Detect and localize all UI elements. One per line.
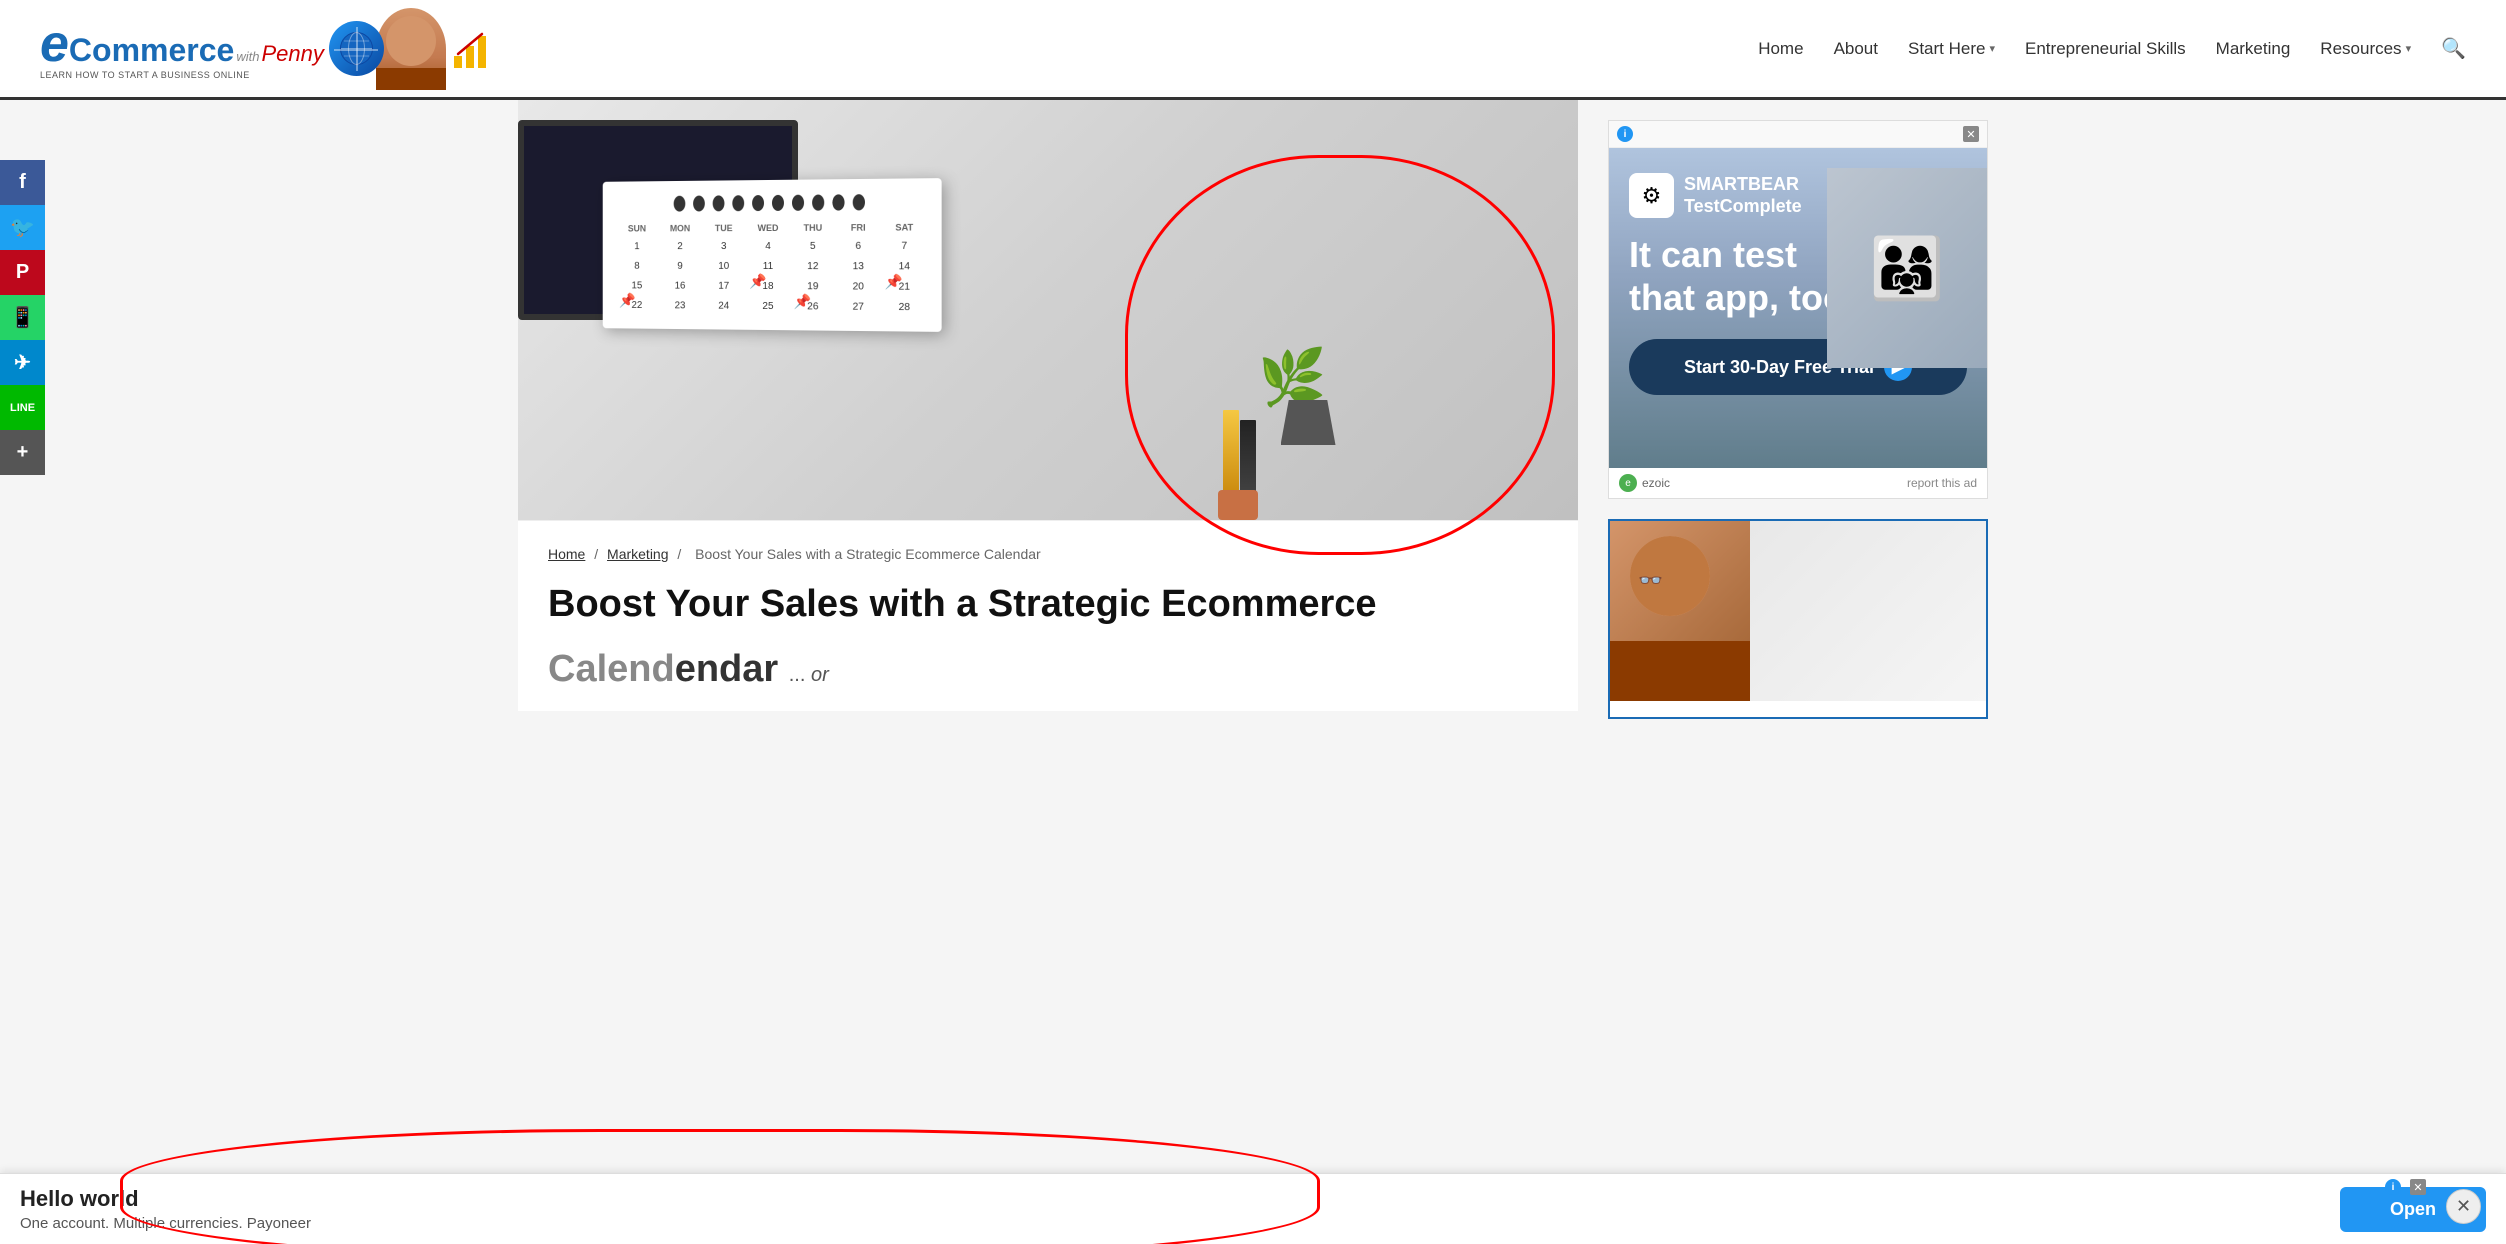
facebook-share-button[interactable]: f xyxy=(0,160,45,205)
plant-decoration: 🌿 xyxy=(1258,350,1358,520)
search-icon[interactable]: 🔍 xyxy=(2441,36,2466,61)
bottom-ad-controls: i ✕ xyxy=(2385,1179,2426,1195)
resources-dropdown-arrow: ▾ xyxy=(2406,42,2412,55)
logo-e: e xyxy=(40,18,69,70)
nav-about[interactable]: About xyxy=(1834,39,1878,59)
line-share-button[interactable]: LINE xyxy=(0,385,45,430)
widget-text-area xyxy=(1750,521,1986,701)
bottom-ad-bar: i ✕ Hello world One account. Multiple cu… xyxy=(0,1173,2506,1244)
breadcrumb-current: Boost Your Sales with a Strategic Ecomme… xyxy=(695,546,1041,562)
nav-marketing[interactable]: Marketing xyxy=(2216,39,2291,59)
bottom-ad-subtitle: One account. Multiple currencies. Payone… xyxy=(20,1215,2320,1232)
more-share-button[interactable]: + xyxy=(0,430,45,475)
twitter-icon: 🐦 xyxy=(10,215,35,240)
nav-resources[interactable]: Resources ▾ xyxy=(2320,39,2411,59)
content-area: SUNMON TUEWED THUFRI SAT 12 34 56 7 89 1… xyxy=(518,100,1578,719)
breadcrumb-marketing[interactable]: Marketing xyxy=(607,546,668,562)
ad-box-testcomplete: i ✕ ⚙ SMARTBEAR TestComplete It can test… xyxy=(1608,120,1988,499)
ad-info-icon[interactable]: i xyxy=(1617,126,1633,142)
whatsapp-share-button[interactable]: 📱 xyxy=(0,295,45,340)
ezoic-badge: e ezoic xyxy=(1619,474,1670,492)
breadcrumb: Home / Marketing / Boost Your Sales with… xyxy=(548,546,1548,562)
article-title-continued: Calendendar ... or xyxy=(518,648,1578,711)
logo[interactable]: e Commerce with Penny LEARN HOW TO START… xyxy=(40,8,494,90)
ad-top-bar: i ✕ xyxy=(1609,121,1987,148)
article-title: Boost Your Sales with a Strategic Ecomme… xyxy=(548,583,1377,625)
start-here-dropdown-arrow: ▾ xyxy=(1989,42,1995,55)
calendar-image: SUNMON TUEWED THUFRI SAT 12 34 56 7 89 1… xyxy=(598,180,938,500)
ad-brand-icon: ⚙ xyxy=(1629,173,1674,218)
sidebar-area: i ✕ ⚙ SMARTBEAR TestComplete It can test… xyxy=(1608,100,1988,719)
pinterest-share-button[interactable]: P xyxy=(0,250,45,295)
social-sidebar: f 🐦 P 📱 ✈ LINE + xyxy=(0,160,45,475)
article-title-part2: Calend xyxy=(548,648,675,690)
breadcrumb-area: Home / Marketing / Boost Your Sales with… xyxy=(518,520,1578,572)
logo-tagline: LEARN HOW TO START A BUSINESS ONLINE xyxy=(40,70,324,80)
hero-image: SUNMON TUEWED THUFRI SAT 12 34 56 7 89 1… xyxy=(518,100,1578,520)
sidebar-widget-author: 👓 xyxy=(1608,519,1988,719)
facebook-icon: f xyxy=(19,171,26,194)
article-title-area: Boost Your Sales with a Strategic Ecomme… xyxy=(518,572,1578,648)
logo-chart-icon xyxy=(449,26,494,71)
bottom-ad-title: Hello world xyxy=(20,1186,2320,1212)
ezoic-icon: e xyxy=(1619,474,1637,492)
close-overlay-button[interactable]: ✕ xyxy=(2446,1189,2481,1224)
report-ad-link[interactable]: report this ad xyxy=(1907,476,1977,490)
widget-content: 👓 xyxy=(1610,521,1986,701)
logo-avatar xyxy=(376,8,446,90)
whatsapp-icon: 📱 xyxy=(10,305,35,330)
bottom-ad-text: Hello world One account. Multiple curren… xyxy=(20,1186,2320,1232)
ad-brand-name: SMARTBEAR TestComplete xyxy=(1684,174,1802,217)
twitter-share-button[interactable]: 🐦 xyxy=(0,205,45,250)
nav-home[interactable]: Home xyxy=(1758,39,1803,59)
logo-with: with xyxy=(236,49,259,64)
ad-footer: e ezoic report this ad xyxy=(1609,468,1987,498)
logo-commerce: Commerce xyxy=(69,32,234,69)
telegram-icon: ✈ xyxy=(14,350,31,375)
breadcrumb-home[interactable]: Home xyxy=(548,546,585,562)
pinterest-icon: P xyxy=(16,261,29,284)
more-icon: + xyxy=(17,441,29,464)
bottom-ad-info-icon[interactable]: i xyxy=(2385,1179,2401,1195)
ad-people-image: 👨‍👩‍👧 xyxy=(1827,168,1987,368)
widget-avatar: 👓 xyxy=(1630,536,1710,616)
pencil-holder xyxy=(1218,410,1268,520)
logo-globe-icon xyxy=(329,21,384,76)
ad-content: ⚙ SMARTBEAR TestComplete It can test tha… xyxy=(1609,148,1987,468)
bottom-ad-close-button[interactable]: ✕ xyxy=(2410,1179,2426,1195)
telegram-share-button[interactable]: ✈ xyxy=(0,340,45,385)
main-nav: Home About Start Here ▾ Entrepreneurial … xyxy=(1758,36,2466,61)
header: e Commerce with Penny LEARN HOW TO START… xyxy=(0,0,2506,100)
nav-start-here[interactable]: Start Here ▾ xyxy=(1908,39,1995,59)
widget-person-area: 👓 xyxy=(1610,521,1750,701)
nav-entrepreneurial-skills[interactable]: Entrepreneurial Skills xyxy=(2025,39,2186,59)
logo-penny: Penny xyxy=(261,41,323,67)
ad-close-button[interactable]: ✕ xyxy=(1963,126,1979,142)
main-layout: SUNMON TUEWED THUFRI SAT 12 34 56 7 89 1… xyxy=(453,100,2053,719)
line-icon: LINE xyxy=(10,402,35,414)
